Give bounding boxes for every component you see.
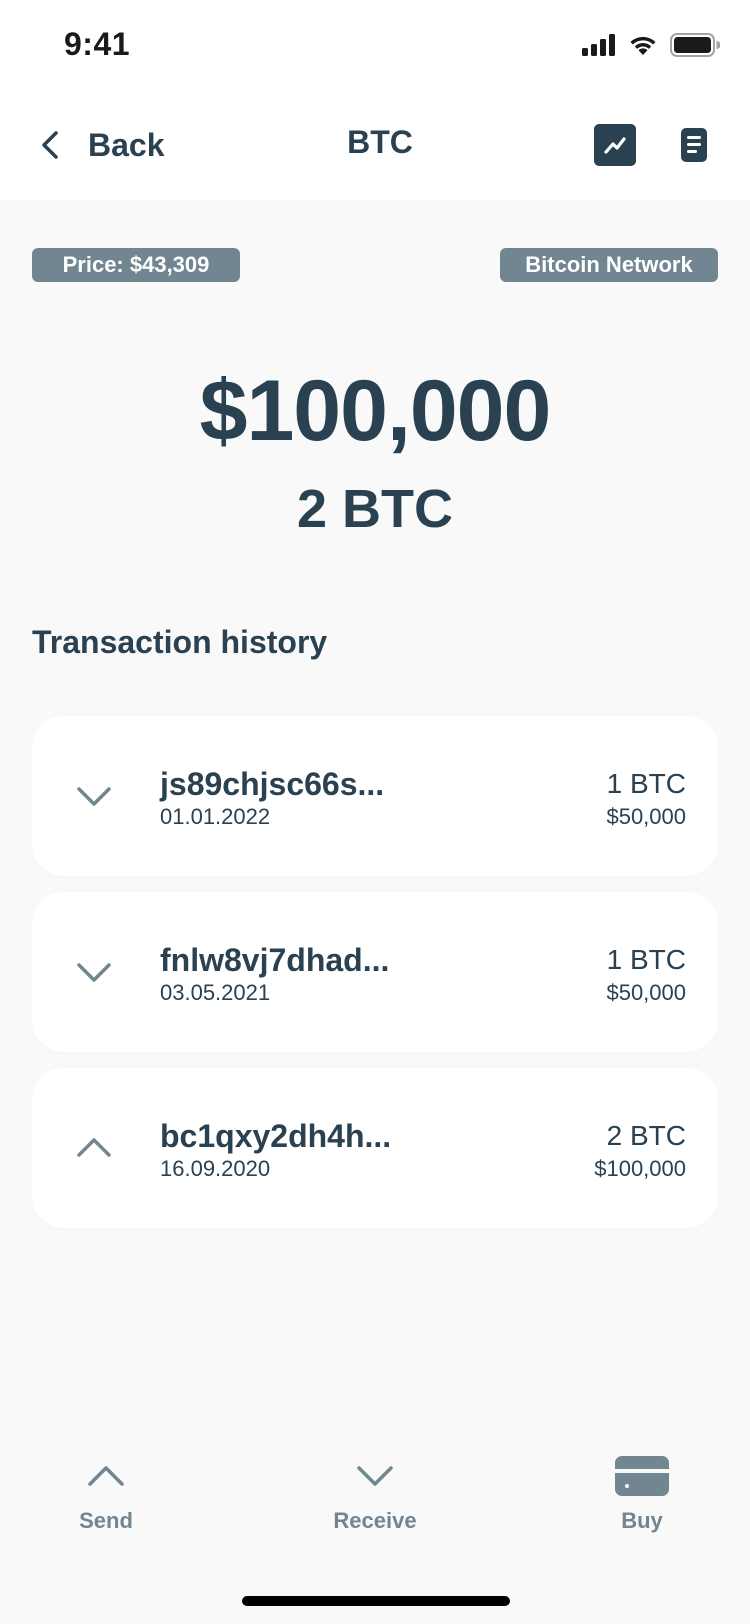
document-icon xyxy=(681,128,707,162)
transaction-amount: 1 BTC xyxy=(606,768,686,799)
transaction-item[interactable]: fnlw8vj7dhad... 03.05.2021 1 BTC $50,000 xyxy=(32,892,718,1052)
chevron-down-icon xyxy=(357,1466,393,1486)
btc-wallet-screen: 9:41 Back BTC Price: $43,309 Bitcoin Net… xyxy=(0,0,750,1624)
transaction-date: 01.01.2022 xyxy=(160,804,271,829)
transaction-id: bc1qxy2dh4h... xyxy=(160,1118,392,1154)
send-label: Send xyxy=(79,1508,133,1533)
transaction-item[interactable]: js89chjsc66s... 01.01.2022 1 BTC $50,000 xyxy=(32,716,718,876)
network-badge: Bitcoin Network xyxy=(500,248,718,282)
transaction-amount: 2 BTC xyxy=(606,1120,686,1151)
transaction-id: fnlw8vj7dhad... xyxy=(160,942,390,978)
send-button[interactable]: Send xyxy=(26,1448,186,1548)
battery-icon xyxy=(670,33,720,57)
bottom-nav: Send Receive Buy xyxy=(0,1448,750,1558)
transaction-usd: $100,000 xyxy=(594,1156,686,1181)
chevron-down-icon xyxy=(77,787,111,806)
transaction-amount: 1 BTC xyxy=(606,944,686,975)
wifi-icon xyxy=(630,36,656,55)
credit-card-icon xyxy=(615,1456,669,1496)
balance-btc: 2 BTC xyxy=(296,479,453,539)
balance-usd: $100,000 xyxy=(199,363,552,459)
price-badge: Price: $43,309 xyxy=(32,248,240,282)
header: Back BTC xyxy=(0,100,750,190)
transaction-id: js89chjsc66s... xyxy=(160,766,385,802)
page-title: BTC xyxy=(347,124,413,160)
transaction-usd: $50,000 xyxy=(606,804,686,829)
receive-label: Receive xyxy=(333,1508,417,1533)
chart-button[interactable] xyxy=(594,124,636,166)
buy-label: Buy xyxy=(621,1508,663,1533)
receive-button[interactable]: Receive xyxy=(295,1448,455,1548)
transaction-item[interactable]: bc1qxy2dh4h... 16.09.2020 2 BTC $100,000 xyxy=(32,1068,718,1228)
trend-chart-icon xyxy=(604,137,626,154)
transaction-list: js89chjsc66s... 01.01.2022 1 BTC $50,000… xyxy=(32,716,718,1244)
chevron-down-icon xyxy=(77,963,111,982)
top-bar: 9:41 Back BTC xyxy=(0,0,750,200)
transaction-history-title: Transaction history xyxy=(32,624,328,660)
status-icons xyxy=(582,30,720,60)
cellular-signal-icon xyxy=(582,34,615,56)
transaction-date: 16.09.2020 xyxy=(160,1156,271,1181)
buy-button[interactable]: Buy xyxy=(562,1448,722,1548)
transaction-date: 03.05.2021 xyxy=(160,980,271,1005)
chevron-up-icon xyxy=(88,1466,124,1486)
details-button[interactable] xyxy=(673,124,715,166)
chevron-up-icon xyxy=(77,1138,111,1157)
transaction-usd: $50,000 xyxy=(606,980,686,1005)
status-time: 9:41 xyxy=(64,26,131,62)
home-indicator xyxy=(242,1596,510,1606)
